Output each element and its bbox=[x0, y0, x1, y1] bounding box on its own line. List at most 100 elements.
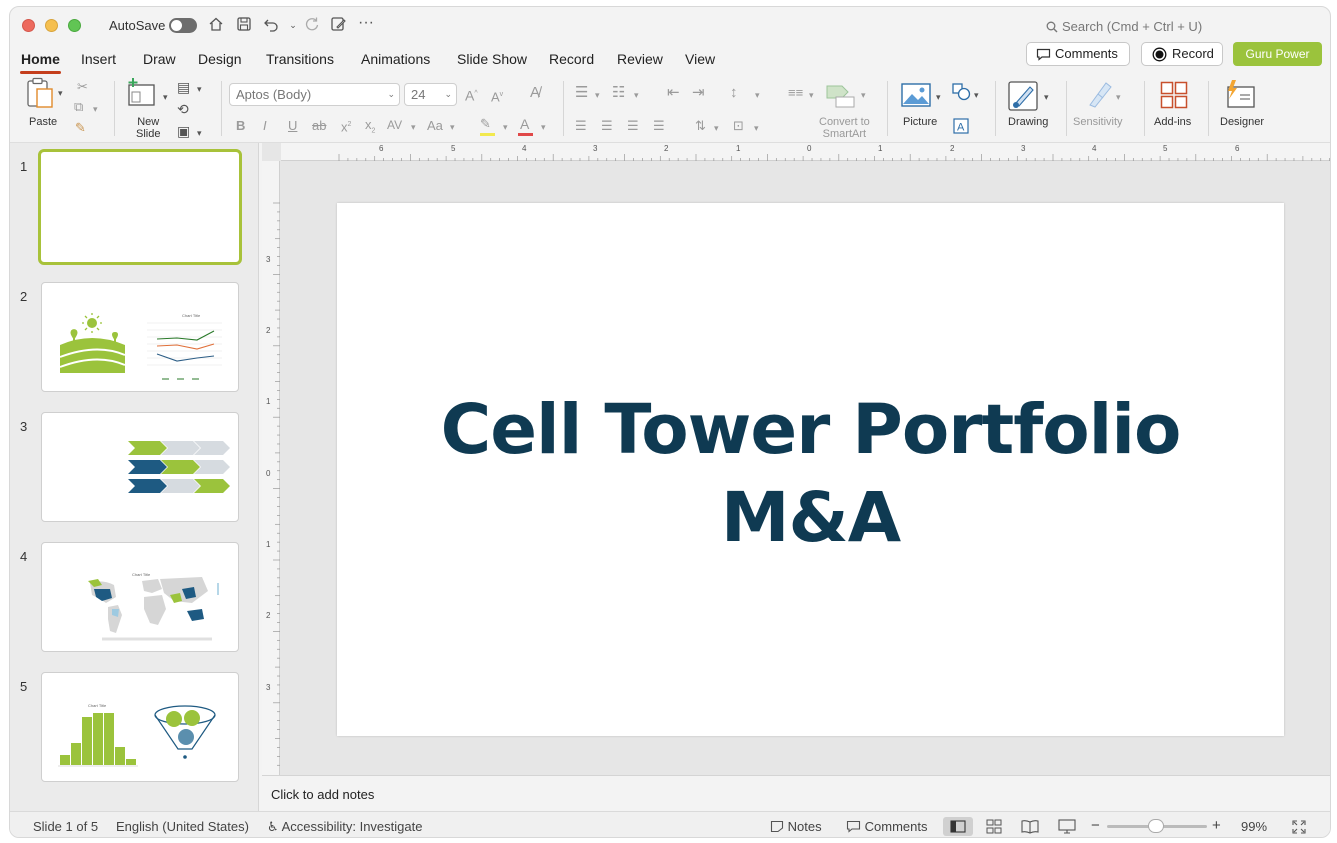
character-spacing-icon[interactable]: AV bbox=[387, 117, 402, 133]
language-indicator[interactable]: English (United States) bbox=[116, 819, 249, 834]
comments-toggle[interactable]: Comments bbox=[846, 819, 927, 834]
line-spacing-dropdown-icon[interactable]: ▾ bbox=[755, 87, 760, 103]
tab-design[interactable]: Design bbox=[198, 51, 242, 67]
bold-icon[interactable]: B bbox=[236, 118, 245, 134]
slide-thumbnail-2[interactable]: Chart Title bbox=[41, 282, 239, 392]
normal-view-button[interactable] bbox=[943, 817, 973, 836]
tab-slide-show[interactable]: Slide Show bbox=[457, 51, 527, 67]
numbering-icon[interactable]: ☷ bbox=[612, 85, 625, 101]
columns-dropdown-icon[interactable]: ▾ bbox=[809, 87, 814, 103]
more-icon[interactable]: ··· bbox=[357, 15, 375, 34]
notes-toggle[interactable]: Notes bbox=[770, 819, 822, 834]
text-direction-icon[interactable]: ⇅ bbox=[695, 118, 706, 134]
reading-view-icon[interactable] bbox=[1021, 819, 1039, 834]
underline-icon[interactable]: U bbox=[288, 118, 297, 134]
minimize-window-button[interactable] bbox=[45, 19, 58, 32]
justify-icon[interactable]: ☰ bbox=[653, 118, 665, 134]
slide-thumbnail-1[interactable] bbox=[38, 149, 242, 265]
guru-power-button[interactable]: Guru Power bbox=[1233, 42, 1322, 66]
format-painter-icon[interactable]: ✎ bbox=[75, 120, 86, 136]
font-color-icon[interactable]: A bbox=[520, 116, 529, 132]
strikethrough-icon[interactable]: ab bbox=[312, 118, 326, 134]
undo-dropdown-icon[interactable]: ⌄ bbox=[284, 16, 302, 34]
fit-to-window-icon[interactable] bbox=[1292, 820, 1306, 834]
change-case-dropdown-icon[interactable]: ▾ bbox=[450, 119, 455, 135]
redo-icon[interactable] bbox=[303, 16, 321, 34]
reset-slide-icon[interactable]: ⟲ bbox=[177, 101, 189, 117]
new-slide-icon[interactable] bbox=[127, 77, 157, 109]
cut-icon[interactable]: ✂ bbox=[77, 79, 88, 95]
tab-record[interactable]: Record bbox=[549, 51, 594, 67]
format-painter-save-icon[interactable] bbox=[329, 16, 347, 34]
text-direction-dropdown-icon[interactable]: ▾ bbox=[714, 120, 719, 136]
slide-thumbnail-3[interactable] bbox=[41, 412, 239, 522]
tab-view[interactable]: View bbox=[685, 51, 715, 67]
columns-icon[interactable]: ≡≡ bbox=[788, 85, 803, 101]
paste-dropdown-icon[interactable]: ▾ bbox=[58, 85, 63, 101]
align-center-icon[interactable]: ☰ bbox=[601, 118, 613, 134]
smartart-dropdown-icon[interactable]: ▾ bbox=[861, 87, 866, 103]
autosave-toggle[interactable] bbox=[169, 18, 197, 33]
section-dropdown-icon[interactable]: ▾ bbox=[197, 125, 202, 141]
smartart-icon[interactable] bbox=[826, 83, 856, 109]
section-icon[interactable]: ▣ bbox=[177, 123, 190, 139]
layout-icon[interactable]: ▤ bbox=[177, 79, 190, 95]
tab-draw[interactable]: Draw bbox=[143, 51, 176, 67]
undo-icon[interactable] bbox=[262, 16, 280, 34]
increase-font-size-icon[interactable]: A^ bbox=[465, 86, 478, 104]
bullets-dropdown-icon[interactable]: ▾ bbox=[595, 87, 600, 103]
slide-title[interactable]: Cell Tower Portfolio M&A bbox=[337, 386, 1284, 562]
new-slide-dropdown-icon[interactable]: ▾ bbox=[163, 89, 168, 105]
shapes-dropdown-icon[interactable]: ▾ bbox=[974, 87, 979, 103]
drawing-dropdown-icon[interactable]: ▾ bbox=[1044, 89, 1049, 105]
numbering-dropdown-icon[interactable]: ▾ bbox=[634, 87, 639, 103]
horizontal-ruler[interactable]: 6 5 4 3 2 1 0 1 2 3 4 5 6 bbox=[281, 143, 1330, 161]
slide-thumbnail-4[interactable]: Chart Title bbox=[41, 542, 239, 652]
clear-formatting-icon[interactable]: A̸ bbox=[530, 85, 540, 101]
copy-dropdown-icon[interactable]: ▾ bbox=[93, 101, 98, 117]
layout-dropdown-icon[interactable]: ▾ bbox=[197, 81, 202, 97]
drawing-icon[interactable] bbox=[1008, 81, 1040, 111]
shapes-icon[interactable] bbox=[952, 83, 972, 101]
tab-insert[interactable]: Insert bbox=[81, 51, 116, 67]
tab-review[interactable]: Review bbox=[617, 51, 663, 67]
tab-animations[interactable]: Animations bbox=[361, 51, 430, 67]
slide-sorter-icon[interactable] bbox=[986, 819, 1002, 834]
align-right-icon[interactable]: ☰ bbox=[627, 118, 639, 134]
change-case-icon[interactable]: Aa bbox=[427, 118, 443, 134]
tab-transitions[interactable]: Transitions bbox=[266, 51, 334, 67]
tab-home[interactable]: Home bbox=[20, 51, 61, 74]
sensitivity-dropdown-icon[interactable]: ▾ bbox=[1116, 89, 1121, 105]
zoom-slider-handle[interactable] bbox=[1148, 819, 1164, 833]
add-ins-icon[interactable] bbox=[1160, 81, 1188, 109]
vertical-ruler[interactable]: 3 2 1 0 1 2 3 bbox=[262, 161, 280, 775]
maximize-window-button[interactable] bbox=[68, 19, 81, 32]
align-left-icon[interactable]: ☰ bbox=[575, 118, 587, 134]
close-window-button[interactable] bbox=[22, 19, 35, 32]
character-spacing-dropdown-icon[interactable]: ▾ bbox=[411, 119, 416, 135]
notes-pane[interactable]: Click to add notes bbox=[262, 775, 1330, 811]
designer-icon[interactable] bbox=[1224, 79, 1256, 109]
subscript-icon[interactable]: x2 bbox=[365, 117, 375, 140]
superscript-icon[interactable]: x2 bbox=[341, 117, 351, 135]
italic-icon[interactable]: I bbox=[263, 118, 267, 134]
decrease-font-size-icon[interactable]: Av bbox=[491, 87, 503, 105]
accessibility-status[interactable]: ♿︎ Accessibility: Investigate bbox=[267, 819, 422, 835]
zoom-out-icon[interactable]: − bbox=[1091, 817, 1100, 834]
picture-dropdown-icon[interactable]: ▾ bbox=[936, 89, 941, 105]
highlight-dropdown-icon[interactable]: ▾ bbox=[503, 119, 508, 135]
search-box[interactable]: Search (Cmd + Ctrl + U) bbox=[1046, 19, 1202, 34]
comments-button[interactable]: Comments bbox=[1026, 42, 1130, 66]
slide-editor[interactable]: 6 5 4 3 2 1 0 1 2 3 4 5 6 3 2 1 0 1 2 3 bbox=[262, 143, 1330, 775]
copy-icon[interactable]: ⧉ bbox=[74, 99, 83, 115]
slide-thumbnail-5[interactable]: Chart Title bbox=[41, 672, 239, 782]
picture-icon[interactable] bbox=[901, 83, 931, 107]
home-icon[interactable] bbox=[207, 16, 225, 34]
increase-indent-icon[interactable]: ⇥ bbox=[692, 85, 705, 101]
bullets-icon[interactable]: ☰ bbox=[575, 85, 588, 101]
decrease-indent-icon[interactable]: ⇤ bbox=[667, 85, 680, 101]
align-text-icon[interactable]: ⊡ bbox=[733, 118, 744, 134]
zoom-level[interactable]: 99% bbox=[1241, 819, 1267, 834]
zoom-in-icon[interactable]: + bbox=[1212, 817, 1221, 834]
highlight-icon[interactable]: ✎ bbox=[480, 116, 491, 132]
